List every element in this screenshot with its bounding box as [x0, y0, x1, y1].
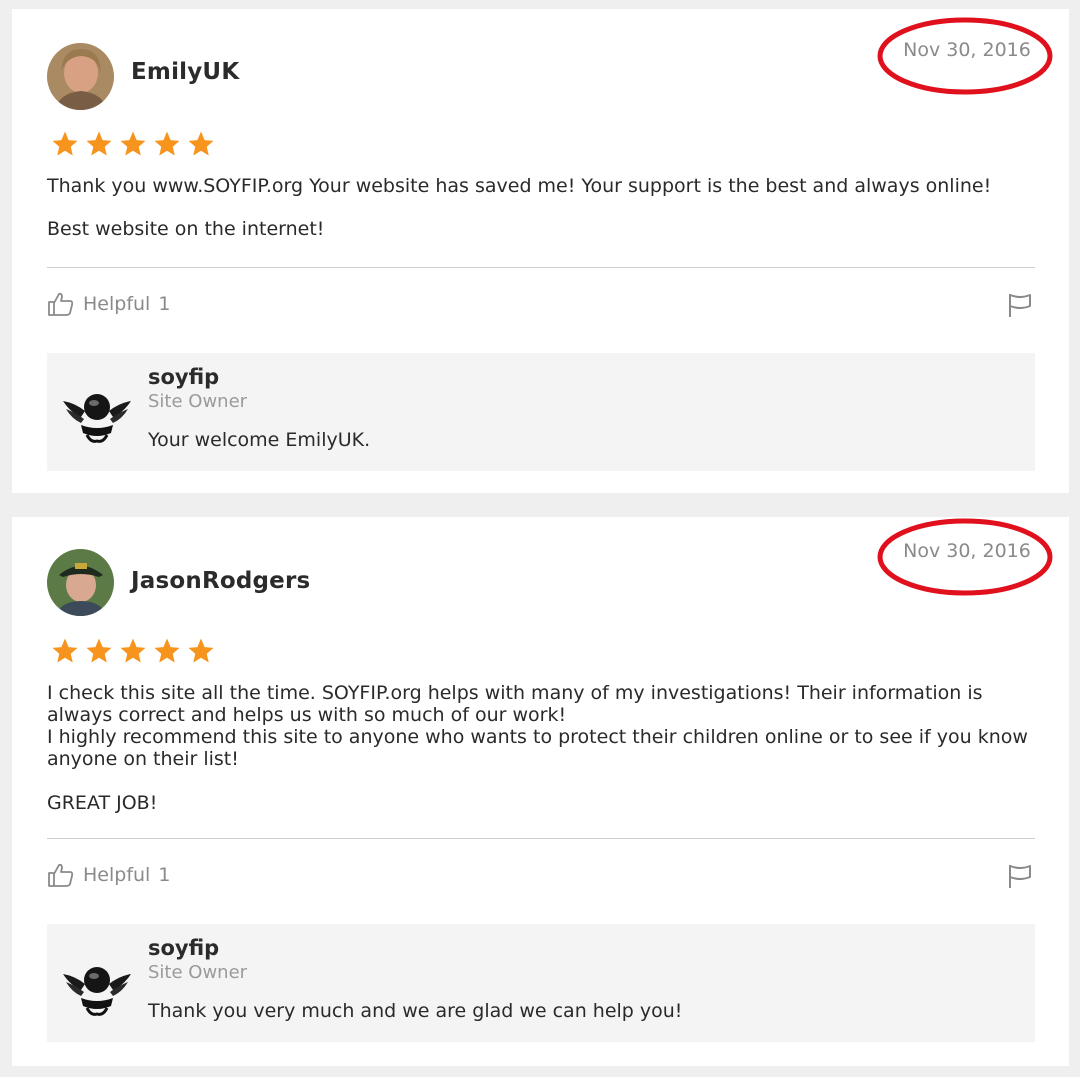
star-icon	[52, 638, 78, 663]
review-date-container: Nov 30, 2016	[877, 516, 1057, 596]
review-paragraph: GREAT JOB!	[47, 792, 158, 814]
owner-reply-text: Thank you very much and we are glad we c…	[148, 1000, 683, 1022]
star-icon	[154, 131, 180, 156]
star-icon	[86, 131, 112, 156]
owner-name: soyfip	[148, 365, 220, 389]
flag-icon[interactable]	[1007, 292, 1033, 318]
review-text: I check this site all the time. SOYFIP.o…	[47, 682, 1035, 814]
helpful-button[interactable]: Helpful 1	[47, 291, 170, 317]
review-paragraph: Thank you www.SOYFIP.org Your website ha…	[47, 175, 992, 197]
star-rating	[49, 129, 217, 159]
helpful-button[interactable]: Helpful 1	[47, 862, 170, 888]
thumbs-up-icon	[48, 863, 74, 887]
helpful-count: 1	[158, 864, 171, 886]
review-text: Thank you www.SOYFIP.org Your website ha…	[47, 175, 1035, 240]
owner-reply: soyfip Site Owner Thank you very much an…	[47, 924, 1035, 1042]
flag-icon[interactable]	[1007, 863, 1033, 889]
star-icon	[120, 131, 146, 156]
star-icon	[188, 131, 214, 156]
review-date: Nov 30, 2016	[903, 540, 1031, 562]
star-icon	[188, 638, 214, 663]
review-paragraph: Best website on the internet!	[47, 218, 325, 240]
divider	[47, 838, 1035, 839]
review-card: EmilyUK Nov 30, 2016 Thank you www.SOYFI…	[12, 9, 1069, 493]
star-icon	[52, 131, 78, 156]
star-icon	[154, 638, 180, 663]
review-date: Nov 30, 2016	[903, 39, 1031, 61]
owner-reply: soyfip Site Owner Your welcome EmilyUK.	[47, 353, 1035, 471]
helpful-label: Helpful	[83, 864, 151, 886]
helpful-count: 1	[158, 293, 171, 315]
divider	[47, 267, 1035, 268]
review-username[interactable]: JasonRodgers	[131, 568, 310, 594]
review-paragraph: I highly recommend this site to anyone w…	[47, 726, 1028, 770]
review-date-container: Nov 30, 2016	[877, 15, 1057, 95]
avatar[interactable]	[47, 549, 114, 616]
owner-role: Site Owner	[148, 391, 248, 412]
star-icon	[86, 638, 112, 663]
review-username[interactable]: EmilyUK	[131, 59, 239, 85]
helpful-label: Helpful	[83, 293, 151, 315]
owner-name: soyfip	[148, 936, 220, 960]
review-paragraph: I check this site all the time. SOYFIP.o…	[47, 682, 983, 726]
star-rating	[49, 636, 217, 666]
eagle-logo-icon	[63, 967, 131, 1016]
star-icon	[120, 638, 146, 663]
eagle-logo-icon	[63, 394, 131, 443]
owner-reply-text: Your welcome EmilyUK.	[148, 429, 371, 451]
thumbs-up-icon	[48, 292, 74, 316]
owner-role: Site Owner	[148, 962, 248, 983]
avatar[interactable]	[47, 43, 114, 110]
review-card: JasonRodgers Nov 30, 2016 I check this s…	[12, 517, 1069, 1066]
